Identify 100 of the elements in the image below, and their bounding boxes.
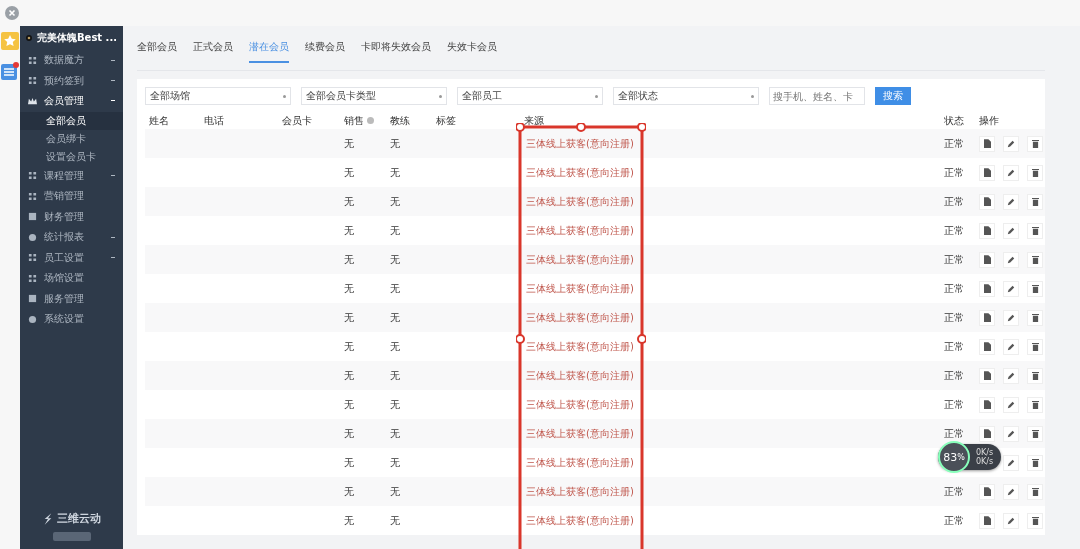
document-icon[interactable] (979, 222, 995, 239)
search-button[interactable]: 搜索 (875, 87, 911, 105)
edit-icon[interactable] (1003, 396, 1019, 413)
table-cell-text: 无 (343, 165, 355, 180)
nav-subitem[interactable]: 会员绑卡 (20, 129, 123, 148)
caret-icon (595, 94, 598, 98)
nav-item[interactable]: 服务管理 (20, 288, 123, 309)
table-cell-text: 三体线上获客(意向注册) (525, 310, 635, 325)
edit-icon[interactable] (1003, 193, 1019, 210)
delete-icon[interactable] (1027, 425, 1043, 442)
tab[interactable]: 失效卡会员 (447, 33, 497, 63)
nav-item[interactable]: 课程管理 (20, 165, 123, 186)
document-icon[interactable] (979, 164, 995, 181)
tab[interactable]: 全部会员 (137, 33, 177, 63)
filter-select[interactable]: 全部状态 (613, 87, 759, 105)
delete-icon[interactable] (1027, 251, 1043, 268)
table-cell-text: 无 (389, 223, 401, 238)
delete-icon[interactable] (1027, 338, 1043, 355)
table-cell-text: 无 (343, 513, 355, 528)
search-field[interactable]: 搜手机、姓名、卡 (769, 87, 865, 105)
delete-icon[interactable] (1027, 483, 1043, 500)
delete-icon[interactable] (1027, 280, 1043, 297)
delete-icon[interactable] (1027, 512, 1043, 529)
delete-icon[interactable] (1027, 193, 1043, 210)
edit-icon[interactable] (1003, 251, 1019, 268)
edit-icon[interactable] (1003, 454, 1019, 471)
table-cell-text: 正常 (943, 513, 965, 528)
edit-icon[interactable] (1003, 425, 1019, 442)
filter-select[interactable]: 全部会员卡类型 (301, 87, 447, 105)
table-cell-text: 无 (389, 194, 401, 209)
table-cell-text: 正常 (943, 281, 965, 296)
column-header: 标签 (435, 114, 457, 128)
nav-item[interactable]: 统计报表 (20, 227, 123, 248)
document-icon[interactable] (979, 425, 995, 442)
delete-icon[interactable] (1027, 309, 1043, 326)
tab[interactable]: 潜在会员 (249, 33, 289, 63)
edit-icon[interactable] (1003, 164, 1019, 181)
tab[interactable]: 卡即将失效会员 (361, 33, 431, 63)
edit-icon[interactable] (1003, 338, 1019, 355)
speed-widget[interactable]: 83% 0K/s 0K/s (938, 444, 1002, 470)
table-cell-text: 三体线上获客(意向注册) (525, 165, 635, 180)
table-cell-text: 无 (343, 339, 355, 354)
document-icon[interactable] (979, 396, 995, 413)
nav-item[interactable]: 财务管理 (20, 206, 123, 227)
table-cell-text: 无 (343, 252, 355, 267)
tab[interactable]: 正式会员 (193, 33, 233, 63)
nav-item[interactable]: 场馆设置 (20, 268, 123, 289)
delete-icon[interactable] (1027, 454, 1043, 471)
table-cell-text: 无 (343, 223, 355, 238)
close-icon[interactable] (5, 6, 19, 20)
download-speed: 0K/s (976, 457, 994, 466)
delete-icon[interactable] (1027, 222, 1043, 239)
nav-item[interactable]: 员工设置 (20, 247, 123, 268)
table-cell-text: 无 (389, 281, 401, 296)
table-cell-text: 无 (389, 136, 401, 151)
edit-icon[interactable] (1003, 309, 1019, 326)
edit-icon[interactable] (1003, 222, 1019, 239)
tab[interactable]: 续费会员 (305, 33, 345, 63)
nav-item[interactable]: 系统设置 (20, 309, 123, 330)
nav-item[interactable]: 数据魔方 (20, 50, 123, 71)
nav-subitem[interactable]: 设置会员卡 (20, 147, 123, 166)
document-icon[interactable] (979, 338, 995, 355)
table-cell-text: 正常 (943, 397, 965, 412)
document-icon[interactable] (979, 512, 995, 529)
list-icon[interactable] (1, 62, 19, 80)
column-header: 操作 (978, 114, 1000, 128)
table-cell-text: 无 (343, 455, 355, 470)
edit-icon[interactable] (1003, 135, 1019, 152)
filter-select[interactable]: 全部员工 (457, 87, 603, 105)
delete-icon[interactable] (1027, 367, 1043, 384)
nav-item[interactable]: 预约签到 (20, 70, 123, 91)
edit-icon[interactable] (1003, 280, 1019, 297)
document-icon[interactable] (979, 483, 995, 500)
table-cell-text: 三体线上获客(意向注册) (525, 281, 635, 296)
brand-badge (52, 532, 91, 541)
menu-icon (28, 171, 37, 181)
document-icon[interactable] (979, 309, 995, 326)
table-cell-text: 无 (343, 281, 355, 296)
table-cell-text: 无 (389, 513, 401, 528)
edit-icon[interactable] (1003, 512, 1019, 529)
caret-icon (283, 94, 286, 98)
delete-icon[interactable] (1027, 396, 1043, 413)
edit-icon[interactable] (1003, 367, 1019, 384)
nav-item[interactable]: 营销管理 (20, 186, 123, 207)
table-cell-text: 三体线上获客(意向注册) (525, 136, 635, 151)
star-icon[interactable] (1, 32, 19, 50)
filter-select[interactable]: 全部场馆 (145, 87, 291, 105)
delete-icon[interactable] (1027, 135, 1043, 152)
document-icon[interactable] (979, 367, 995, 384)
document-icon[interactable] (979, 135, 995, 152)
edit-icon[interactable] (1003, 483, 1019, 500)
document-icon[interactable] (979, 280, 995, 297)
menu-icon (28, 76, 37, 86)
nav-item[interactable]: 会员管理 (20, 91, 123, 112)
delete-icon[interactable] (1027, 164, 1043, 181)
document-icon[interactable] (979, 251, 995, 268)
column-header: 电话 (203, 114, 225, 128)
document-icon[interactable] (979, 193, 995, 210)
menu-icon (28, 253, 37, 263)
nav-subitem[interactable]: 全部会员 (20, 111, 123, 130)
